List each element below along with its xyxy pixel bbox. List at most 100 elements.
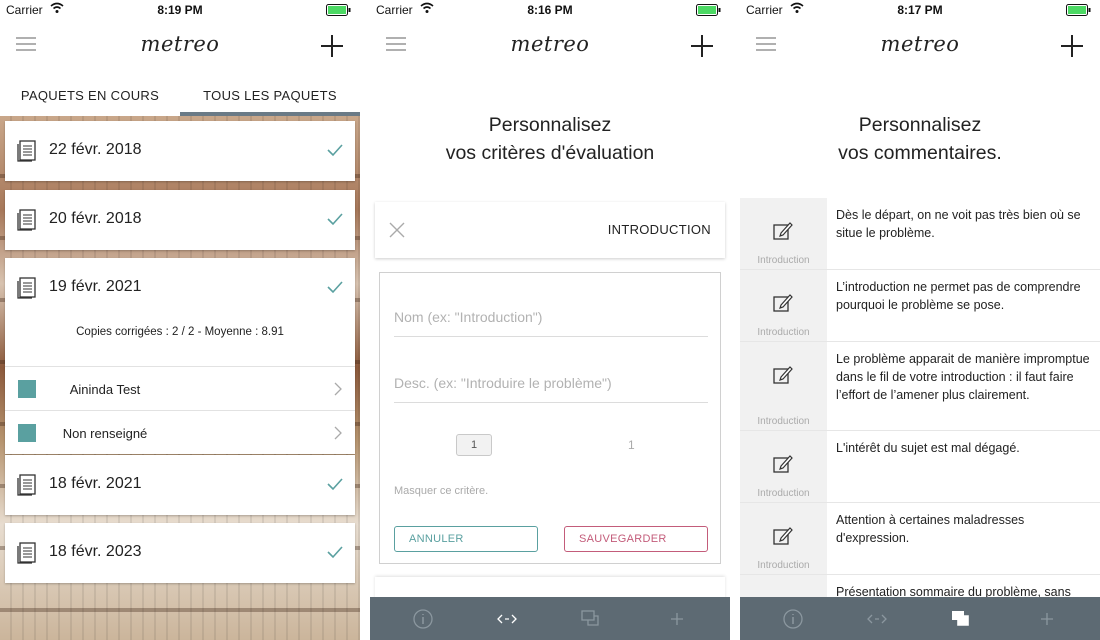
code-arrows-icon[interactable] xyxy=(866,608,888,630)
student-name: Non renseigné xyxy=(62,426,148,441)
package-card[interactable]: 22 févr. 2018 xyxy=(5,121,355,181)
package-card[interactable]: 18 févr. 2023 xyxy=(5,523,355,583)
app-logo: metreo xyxy=(880,32,960,56)
status-bar: Carrier 8:17 PM xyxy=(740,0,1100,20)
hide-criterion-link[interactable]: Masquer ce critère. xyxy=(394,485,488,497)
package-date: 18 févr. 2023 xyxy=(49,543,142,560)
comment-row[interactable]: Présentation sommaire du problème, sans xyxy=(740,575,1100,597)
edit-icon[interactable] xyxy=(772,292,794,314)
package-card-expanded[interactable]: 19 févr. 2021 Copies corrigées : 2 / 2 -… xyxy=(5,258,355,454)
package-tabs: PAQUETS EN COURS TOUS LES PAQUETS xyxy=(0,78,360,116)
app-logo: metreo xyxy=(140,32,220,56)
criterion-description-field[interactable]: Desc. (ex: "Introduire le problème") xyxy=(394,365,708,403)
tab-all-packages[interactable]: TOUS LES PAQUETS xyxy=(180,78,360,116)
comment-row[interactable]: Introduction Le problème apparait de man… xyxy=(740,342,1100,431)
comment-sidebar xyxy=(740,575,827,597)
comment-category: Introduction xyxy=(757,327,810,338)
screen-divider xyxy=(360,0,370,640)
checkmark-icon xyxy=(327,546,343,559)
document-icon xyxy=(17,140,36,162)
bottom-toolbar xyxy=(370,597,730,640)
points-stepper[interactable]: 1 xyxy=(456,434,492,456)
close-icon[interactable] xyxy=(389,222,405,238)
code-arrows-icon[interactable] xyxy=(496,608,518,630)
screen-divider xyxy=(730,0,740,640)
comment-row[interactable]: Introduction Attention à certaines malad… xyxy=(740,503,1100,575)
chevron-right-icon xyxy=(334,426,342,440)
checkmark-icon xyxy=(327,478,343,491)
info-icon[interactable] xyxy=(782,608,804,630)
package-date: 19 févr. 2021 xyxy=(49,278,142,295)
chevron-right-icon xyxy=(334,382,342,396)
comment-text: Dès le départ, on ne voit pas très bien … xyxy=(836,208,1081,240)
status-time: 8:16 PM xyxy=(527,3,573,17)
add-plus-icon[interactable] xyxy=(690,34,714,58)
criterion-name-field[interactable]: Nom (ex: "Introduction") xyxy=(394,299,708,337)
edit-icon[interactable] xyxy=(772,453,794,475)
comment-text: L'intérêt du sujet est mal dégagé. xyxy=(836,441,1020,455)
document-icon xyxy=(17,474,36,496)
app-logo: metreo xyxy=(510,32,590,56)
package-stats: Copies corrigées : 2 / 2 - Moyenne : 8.9… xyxy=(76,326,284,338)
bottom-toolbar xyxy=(740,597,1100,640)
checkmark-icon xyxy=(327,213,343,226)
save-button[interactable]: SAUVEGARDER xyxy=(564,526,708,552)
comment-text: Attention à certaines maladresses d'expr… xyxy=(836,513,1025,545)
edit-icon[interactable] xyxy=(772,364,794,386)
tab-current-packages[interactable]: PAQUETS EN COURS xyxy=(0,78,180,116)
comments-list: Introduction Dès le départ, on ne voit p… xyxy=(740,198,1100,597)
student-row[interactable]: Non renseigné xyxy=(5,410,355,454)
add-plus-icon[interactable] xyxy=(1060,34,1084,58)
document-icon xyxy=(17,542,36,564)
package-date: 20 févr. 2018 xyxy=(49,210,142,227)
info-icon[interactable] xyxy=(412,608,434,630)
comment-row[interactable]: Introduction Dès le départ, on ne voit p… xyxy=(740,198,1100,270)
nav-bar: metreo xyxy=(370,20,730,70)
add-plus-icon[interactable] xyxy=(320,34,344,58)
edit-icon[interactable] xyxy=(772,525,794,547)
comments-icon[interactable] xyxy=(950,608,972,630)
comment-row[interactable]: Introduction L’introduction ne permet pa… xyxy=(740,270,1100,342)
comment-category: Introduction xyxy=(757,255,810,266)
student-row[interactable]: Aininda Test xyxy=(5,366,355,410)
criterion-header-card: INTRODUCTION xyxy=(375,202,725,258)
page-heading-line-1: Personnalisez xyxy=(858,114,982,136)
checkmark-icon xyxy=(327,281,343,294)
battery-icon xyxy=(1066,4,1091,16)
comment-row[interactable]: Introduction L'intérêt du sujet est mal … xyxy=(740,431,1100,503)
comment-text: Présentation sommaire du problème, sans xyxy=(836,585,1071,597)
plus-icon[interactable] xyxy=(666,608,688,630)
criterion-title: INTRODUCTION xyxy=(607,222,711,237)
criterion-form: Nom (ex: "Introduction") Desc. (ex: "Int… xyxy=(379,272,721,564)
status-bar: Carrier 8:16 PM xyxy=(370,0,730,20)
document-icon xyxy=(17,209,36,231)
criteria-screen: Carrier 8:16 PM metreo Personnalisez vos… xyxy=(370,0,730,640)
status-bar: Carrier 8:19 PM xyxy=(0,0,360,20)
comment-text: Le problème apparait de manière imprompt… xyxy=(836,352,1090,402)
comment-text: L’introduction ne permet pas de comprend… xyxy=(836,280,1081,312)
cancel-button[interactable]: ANNULER xyxy=(394,526,538,552)
package-card[interactable]: 18 févr. 2021 xyxy=(5,455,355,515)
package-date: 18 févr. 2021 xyxy=(49,475,142,492)
page-heading-line-1: Personnalisez xyxy=(488,114,612,136)
plus-icon[interactable] xyxy=(1036,608,1058,630)
page-heading-line-2: vos critères d'évaluation xyxy=(445,142,655,164)
max-points-value: 1 xyxy=(628,438,635,452)
package-card[interactable]: 20 févr. 2018 xyxy=(5,190,355,250)
nav-bar: metreo xyxy=(0,20,360,70)
page-heading-line-2: vos commentaires. xyxy=(838,142,1002,164)
comment-category: Introduction xyxy=(757,488,810,499)
comment-category: Introduction xyxy=(757,416,810,427)
status-time: 8:17 PM xyxy=(897,3,943,17)
package-date: 22 févr. 2018 xyxy=(49,141,142,158)
document-icon xyxy=(17,277,36,299)
checkmark-icon xyxy=(327,144,343,157)
status-time: 8:19 PM xyxy=(157,3,203,17)
battery-icon xyxy=(696,4,721,16)
comments-icon[interactable] xyxy=(580,608,602,630)
comment-category: Introduction xyxy=(757,560,810,571)
student-name: Aininda Test xyxy=(69,382,141,397)
edit-icon[interactable] xyxy=(772,220,794,242)
nav-bar: metreo xyxy=(740,20,1100,70)
comments-screen: Carrier 8:17 PM metreo Personnalisez vos… xyxy=(740,0,1100,640)
